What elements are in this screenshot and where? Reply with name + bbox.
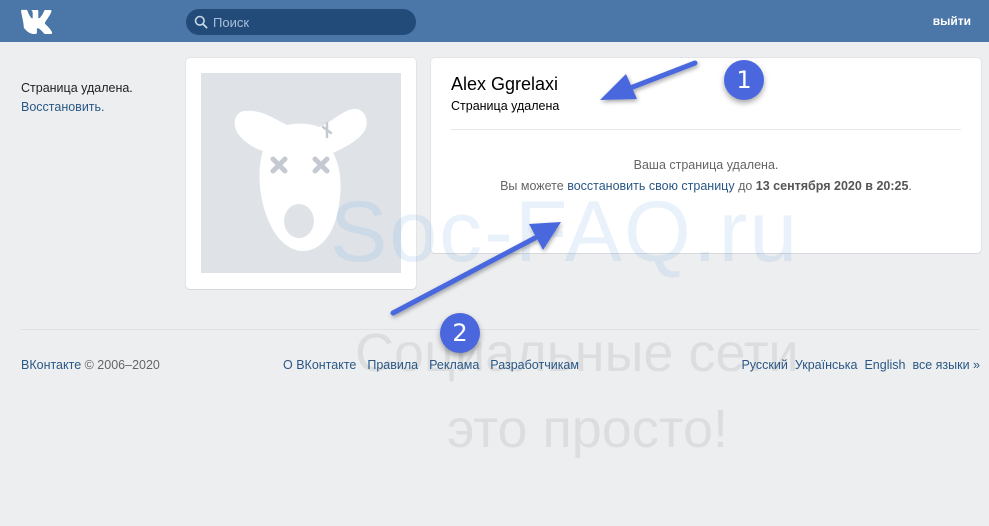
lang-russian[interactable]: Русский	[741, 358, 787, 372]
deleted-message: Ваша страница удалена.	[633, 158, 779, 172]
sidebar: Страница удалена. Восстановить.	[21, 79, 133, 117]
copyright-years: © 2006–2020	[81, 358, 160, 372]
logout-button[interactable]: выйти	[933, 14, 971, 28]
lang-ukrainian[interactable]: Українська	[795, 358, 858, 372]
footer-link-about[interactable]: О ВКонтакте	[283, 358, 356, 372]
top-header: выйти	[0, 0, 989, 42]
restore-message-suffix: .	[908, 179, 912, 193]
divider	[451, 129, 961, 130]
restore-message: Вы можете восстановить свою страницу до …	[431, 179, 981, 193]
footer-brand-link[interactable]: ВКонтакте	[21, 358, 81, 372]
search-box[interactable]	[186, 9, 416, 35]
footer-links: О ВКонтакте Правила Реклама Разработчикам	[283, 358, 590, 372]
footer-link-ads[interactable]: Реклама	[429, 358, 479, 372]
restore-deadline: 13 сентября 2020 в 20:25	[755, 179, 909, 193]
vk-logo-icon[interactable]	[20, 8, 56, 34]
footer-languages: Русский Українська English все языки »	[734, 358, 980, 372]
lang-all[interactable]: все языки »	[912, 358, 980, 372]
watermark-slogan-2: это просто!	[447, 399, 728, 459]
search-input[interactable]	[213, 12, 408, 32]
annotation-badge-1: 1	[724, 60, 764, 100]
watermark-slogan-1: Социальные сети	[355, 323, 799, 383]
profile-status: Страница удалена	[451, 99, 560, 113]
profile-info-card: Alex Ggrelaxi Страница удалена Ваша стра…	[431, 58, 981, 253]
restore-link[interactable]: Восстановить.	[21, 98, 133, 117]
footer-copyright: ВКонтакте © 2006–2020	[21, 358, 160, 372]
avatar-card	[186, 58, 416, 289]
annotation-badge-2: 2	[440, 313, 480, 353]
profile-name: Alex Ggrelaxi	[451, 74, 559, 94]
lang-english[interactable]: English	[864, 358, 905, 372]
restore-message-mid: до	[734, 179, 756, 193]
deactivated-dog-avatar-icon	[201, 73, 401, 273]
restore-message-prefix: Вы можете	[500, 179, 568, 193]
footer-link-rules[interactable]: Правила	[367, 358, 418, 372]
search-icon	[194, 15, 208, 29]
sidebar-status-text: Страница удалена.	[21, 81, 133, 95]
footer-divider	[21, 329, 980, 330]
footer-link-developers[interactable]: Разработчикам	[490, 358, 579, 372]
restore-page-link[interactable]: восстановить свою страницу	[567, 179, 734, 193]
